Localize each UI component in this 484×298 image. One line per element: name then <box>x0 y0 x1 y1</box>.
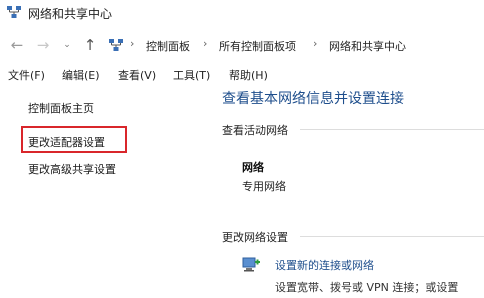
breadcrumb-all-items[interactable]: 所有控制面板项 <box>219 38 296 54</box>
sidebar-item-change-advanced-sharing[interactable]: 更改高级共享设置 <box>28 161 116 177</box>
breadcrumb-separator[interactable]: › <box>313 37 317 50</box>
menu-view[interactable]: 查看(V) <box>118 67 156 83</box>
window-title: 网络和共享中心 <box>28 7 113 21</box>
menu-edit[interactable]: 编辑(E) <box>62 67 100 83</box>
page-title: 查看基本网络信息并设置连接 <box>222 91 404 107</box>
menu-tools[interactable]: 工具(T) <box>173 67 210 83</box>
active-networks-label: 查看活动网络 <box>222 124 288 137</box>
menu-file[interactable]: 文件(F) <box>8 67 45 83</box>
sidebar-item-control-panel-home[interactable]: 控制面板主页 <box>28 100 94 116</box>
network-type: 专用网络 <box>242 180 286 193</box>
recent-locations-dropdown[interactable]: ⌄ <box>60 35 74 55</box>
setup-new-connection-description: 设置宽带、拨号或 VPN 连接；或设置 <box>275 281 459 294</box>
breadcrumb-control-panel[interactable]: 控制面板 <box>146 38 190 54</box>
control-panel-icon <box>109 39 123 51</box>
breadcrumb-network-center[interactable]: 网络和共享中心 <box>329 38 406 54</box>
window: 网络和共享中心 ← → ⌄ ↑ › 控制面板 › 所有控制面板项 › 网络和共享… <box>0 0 484 298</box>
address-bar[interactable]: › 控制面板 › 所有控制面板项 › 网络和共享中心 <box>102 34 484 56</box>
forward-button[interactable]: → <box>34 35 52 55</box>
sidebar-item-change-adapter-settings[interactable]: 更改适配器设置 <box>28 134 105 150</box>
network-center-icon <box>7 6 21 18</box>
navigation-bar: ← → ⌄ ↑ › 控制面板 › 所有控制面板项 › 网络和共享中心 <box>0 30 484 60</box>
setup-new-connection-link[interactable]: 设置新的连接或网络 <box>275 257 374 273</box>
divider <box>300 236 484 237</box>
title-bar: 网络和共享中心 <box>0 0 484 26</box>
change-settings-label: 更改网络设置 <box>222 231 288 244</box>
breadcrumb-separator[interactable]: › <box>130 37 134 50</box>
menu-bar: 文件(F) 编辑(E) 查看(V) 工具(T) 帮助(H) <box>0 64 484 86</box>
network-name: 网络 <box>242 161 264 174</box>
up-button[interactable]: ↑ <box>80 35 100 55</box>
menu-help[interactable]: 帮助(H) <box>229 67 268 83</box>
back-button[interactable]: ← <box>8 35 26 55</box>
breadcrumb-separator[interactable]: › <box>203 37 207 50</box>
divider <box>300 129 484 130</box>
new-connection-icon <box>242 257 260 272</box>
